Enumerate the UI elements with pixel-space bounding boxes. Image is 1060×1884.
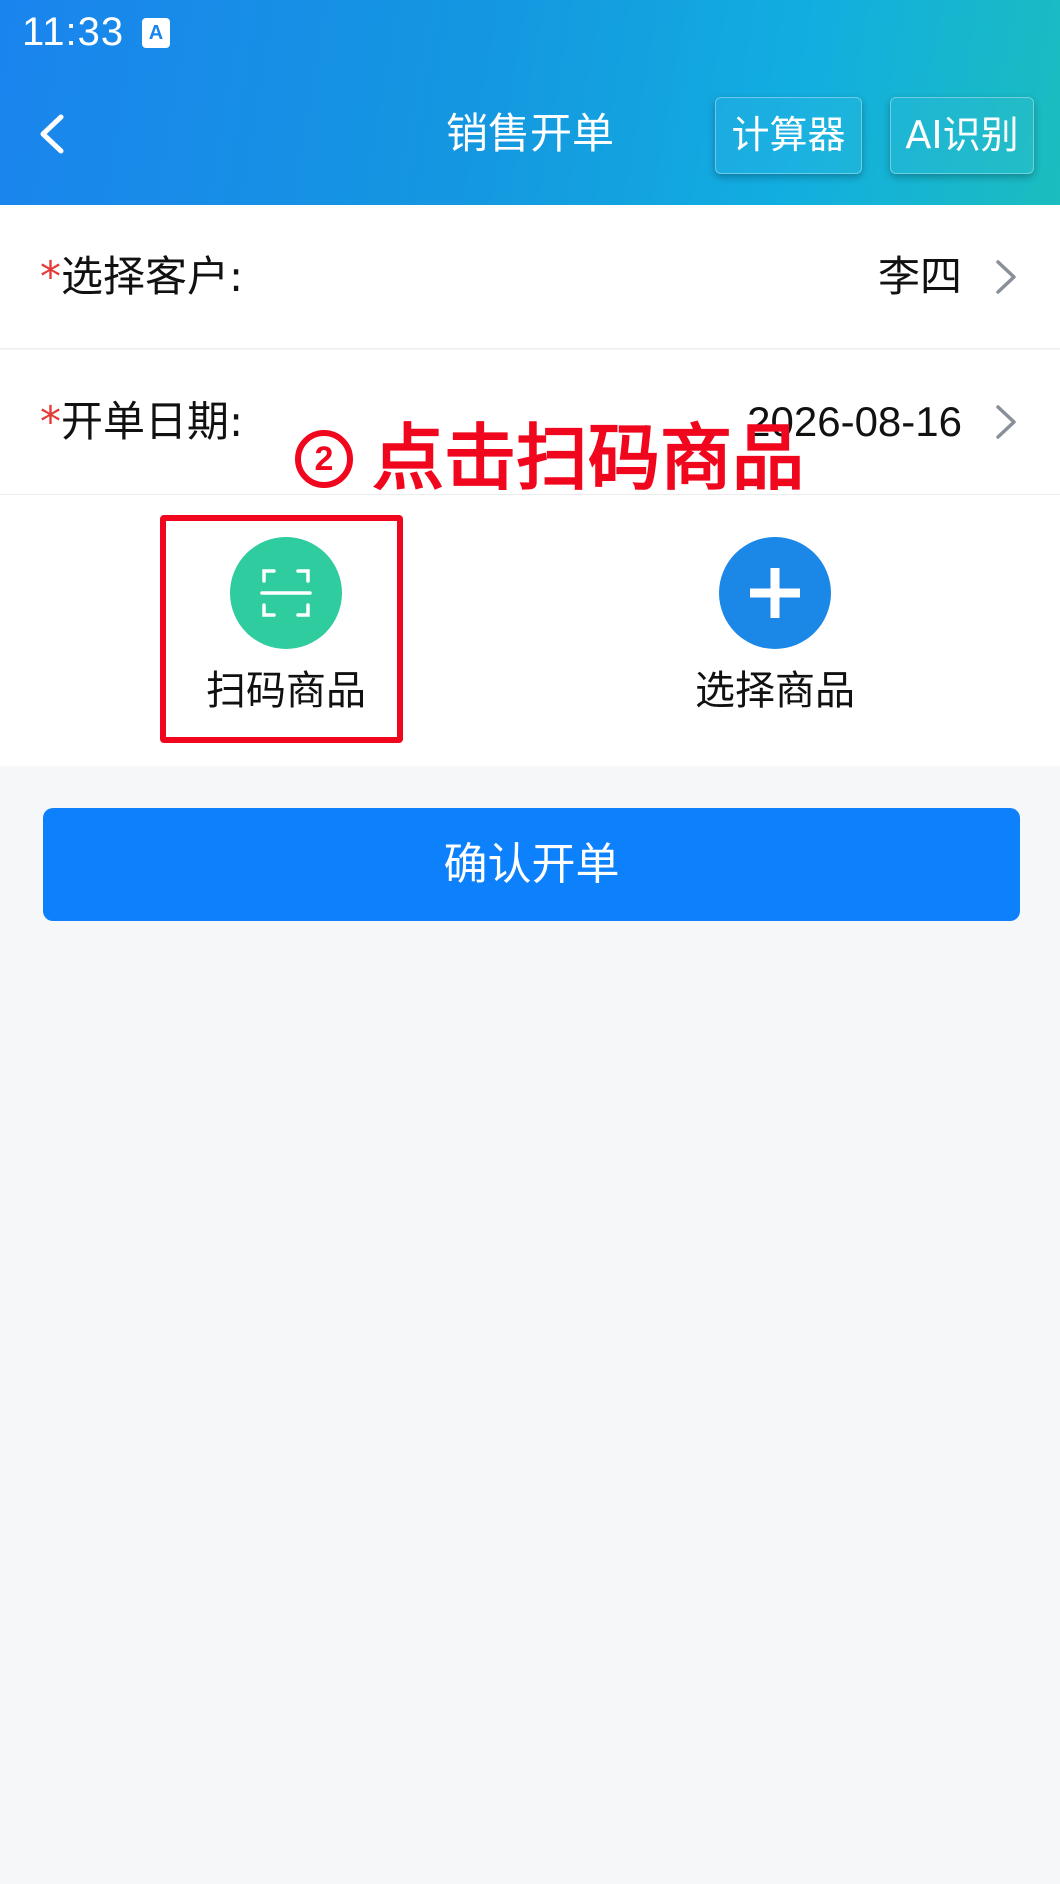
customer-value: 李四 bbox=[877, 252, 962, 301]
calculator-button[interactable]: 计算器 bbox=[715, 97, 862, 174]
status-time: 11:33 bbox=[22, 10, 125, 54]
product-actions: 扫码商品 选择商品 bbox=[0, 494, 1060, 766]
date-select-row[interactable]: *开单日期: 2026-08-16 bbox=[0, 350, 1060, 494]
back-button[interactable] bbox=[28, 104, 78, 164]
date-label-text: 开单日期: bbox=[61, 397, 244, 446]
chevron-right-icon bbox=[996, 260, 1016, 294]
customer-label-text: 选择客户: bbox=[61, 252, 244, 301]
status-app-icon: A bbox=[142, 18, 170, 48]
chevron-right-icon bbox=[996, 405, 1016, 439]
select-product-label: 选择商品 bbox=[695, 668, 855, 714]
scan-product-label: 扫码商品 bbox=[206, 668, 366, 714]
chevron-left-icon bbox=[40, 114, 64, 154]
date-label: *开单日期: bbox=[40, 350, 243, 494]
scan-icon bbox=[230, 537, 342, 649]
required-mark: * bbox=[40, 252, 61, 301]
status-app-letter: A bbox=[148, 22, 164, 44]
customer-label: *选择客户: bbox=[40, 205, 243, 349]
required-mark: * bbox=[40, 397, 61, 446]
scan-product-button[interactable]: 扫码商品 bbox=[156, 495, 416, 767]
date-value: 2026-08-16 bbox=[747, 398, 962, 445]
select-product-button[interactable]: 选择商品 bbox=[645, 495, 905, 767]
plus-icon bbox=[719, 537, 831, 649]
customer-select-row[interactable]: *选择客户: 李四 bbox=[0, 205, 1060, 349]
ai-recognition-button[interactable]: AI识别 bbox=[890, 97, 1034, 174]
app-header: 11:33 A 销售开单 计算器 AI识别 bbox=[0, 0, 1060, 205]
confirm-order-button[interactable]: 确认开单 bbox=[43, 808, 1020, 921]
